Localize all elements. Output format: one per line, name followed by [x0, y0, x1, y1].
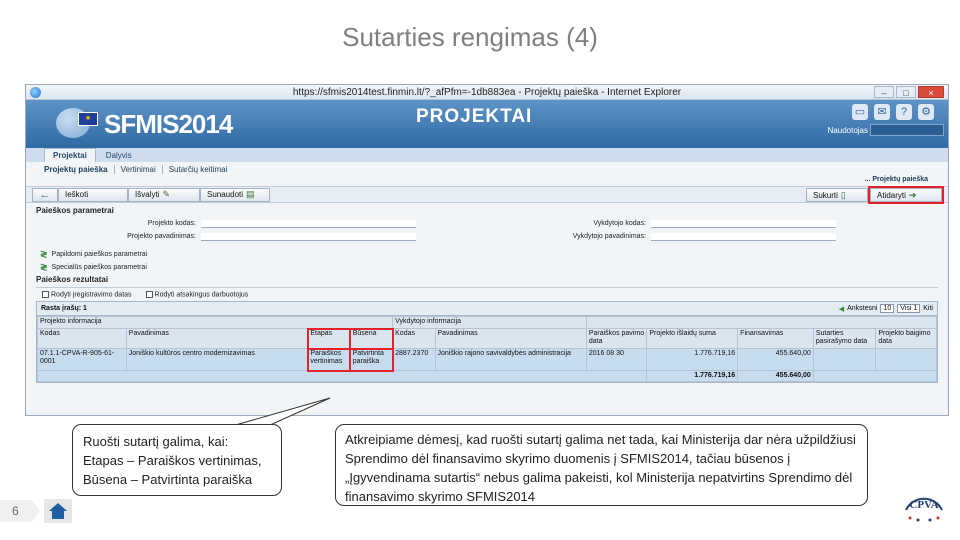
callout-line: Ruošti sutartį galima, kai:	[83, 434, 229, 449]
slide: Sutarties rengimas (4) https://sfmis2014…	[0, 0, 960, 540]
callout-note: Atkreipiame dėmesį, kad ruošti sutartį g…	[335, 424, 868, 506]
cpva-logo-text: CPVA	[909, 499, 938, 511]
callout-line: Etapas – Paraiškos vertinimas,	[83, 453, 262, 468]
home-glyph-icon	[49, 503, 67, 519]
page-number-tab	[0, 500, 40, 522]
cpva-logo: CPVA	[905, 497, 943, 522]
callout-conditions: Ruošti sutartį galima, kai: Etapas – Par…	[72, 424, 282, 496]
callout-line: Būsena – Patvirtinta paraiška	[83, 472, 253, 487]
home-icon[interactable]	[44, 499, 72, 523]
page-number: 6	[12, 504, 19, 518]
